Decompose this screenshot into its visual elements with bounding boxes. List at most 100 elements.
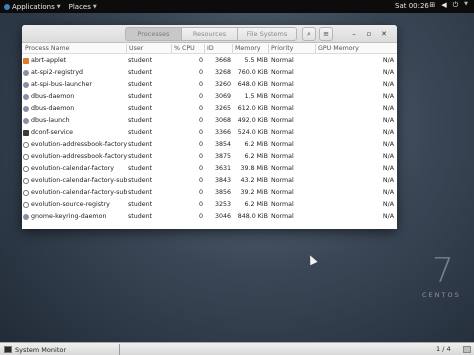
process-user: student [128,129,153,136]
process-memory: 43.2 MiB [240,177,268,184]
taskbar: System Monitor 1 / 4 [0,342,474,355]
close-button[interactable]: ✕ [378,28,390,40]
table-row[interactable]: gnome-keyring-daemon student 0 3046 848.0 Ki… [22,211,397,223]
chevron-down-icon: ▼ [92,3,97,10]
applications-menu[interactable]: Applications ▼ [0,3,61,11]
process-memory: 1.5 MiB [244,93,268,100]
process-icon [23,106,29,112]
process-icon [23,154,29,160]
workspace-indicator[interactable]: 1 / 4 [436,345,451,353]
process-memory: 848.0 KiB [237,213,268,220]
process-user: student [128,141,153,148]
column-user[interactable]: User [129,45,143,52]
tab-processes[interactable]: Processes [126,28,182,40]
process-user: student [128,153,153,160]
process-name: evolution-source-registry [31,201,110,208]
table-row[interactable]: at-spi-bus-launcher student 0 3260 648.0 KiB… [22,79,397,91]
table-row[interactable]: at-spi2-registryd student 0 3268 760.0 KiB No… [22,67,397,79]
process-name: evolution-addressbook-factory- [31,153,127,160]
applications-label: Applications [12,2,55,11]
network-icon: ⊞ [429,1,436,9]
process-name: dbus-daemon [31,105,75,112]
menu-button[interactable]: ≡ [319,27,333,41]
view-switcher: Processes Resources File Systems [125,27,297,41]
table-row[interactable]: dconf-service student 0 3366 524.0 KiB Normal… [22,127,397,139]
process-id: 3668 [214,57,231,64]
top-bar: Applications ▼ Places ▼ Sat 00:26 ⊞ ◀ ⏻ … [0,0,474,13]
process-user: student [128,189,153,196]
process-icon [23,118,29,124]
maximize-button[interactable]: ▫ [363,28,375,40]
process-memory: 39.8 MiB [240,165,268,172]
table-row[interactable]: evolution-addressbook-factory-student 0 38… [22,151,397,163]
process-name: at-spi2-registryd [31,69,84,76]
process-memory: 760.0 KiB [237,69,268,76]
process-icon [23,58,29,64]
process-gpu-memory: N/A [382,129,394,136]
workspace-switcher-icon[interactable] [463,346,471,353]
process-priority: Normal [271,57,294,64]
table-row[interactable]: evolution-source-registry student 0 3253 6.2… [22,199,397,211]
volume-icon: ◀ [441,1,447,9]
process-name: abrt-applet [31,57,67,64]
process-priority: Normal [271,105,294,112]
system-tray[interactable]: ⊞ ◀ ⏻ ▼ [429,1,468,10]
process-id: 3068 [214,117,231,124]
process-gpu-memory: N/A [382,81,394,88]
minimize-button[interactable]: – [348,28,360,40]
process-cpu: 0 [198,189,203,196]
tab-file-systems[interactable]: File Systems [238,28,296,40]
power-icon: ⏻ [452,1,459,9]
process-id: 3856 [214,189,231,196]
table-row[interactable]: evolution-addressbook-factory student 0 385… [22,139,397,151]
process-gpu-memory: N/A [382,177,394,184]
process-name: evolution-addressbook-factory [31,141,127,148]
clock[interactable]: Sat 00:26 [395,2,429,10]
places-menu[interactable]: Places ▼ [69,3,97,11]
process-icon [23,82,29,88]
process-priority: Normal [271,93,294,100]
process-gpu-memory: N/A [382,117,394,124]
header-bar: Processes Resources File Systems ⌕ ≡ – ▫… [22,25,397,43]
process-name: at-spi-bus-launcher [31,81,92,88]
process-user: student [128,165,153,172]
process-cpu: 0 [198,141,203,148]
process-cpu: 0 [198,81,203,88]
process-id: 3854 [214,141,231,148]
process-id: 3366 [214,129,231,136]
taskbar-item-system-monitor[interactable]: System Monitor [2,344,120,355]
table-row[interactable]: dbus-daemon student 0 3265 612.0 KiB Normal N/… [22,103,397,115]
column-id[interactable]: ID [207,45,214,52]
column-cpu[interactable]: % CPU [174,45,195,52]
process-name: gnome-keyring-daemon [31,213,107,220]
process-memory: 6.2 MiB [244,141,268,148]
process-id: 3069 [214,93,231,100]
column-gpu-memory[interactable]: GPU Memory [318,45,359,52]
process-cpu: 0 [198,201,203,208]
table-row[interactable]: evolution-calendar-factory student 0 3631 39… [22,163,397,175]
process-priority: Normal [271,177,294,184]
table-row[interactable]: evolution-calendar-factory-subp student 0 3… [22,175,397,187]
column-process-name[interactable]: Process Name [25,45,69,52]
process-id: 3260 [214,81,231,88]
chevron-down-icon: ▼ [56,3,61,10]
process-icon [23,142,29,148]
column-priority[interactable]: Priority [271,45,293,52]
process-icon [23,214,29,220]
tab-resources[interactable]: Resources [182,28,238,40]
table-row[interactable]: evolution-calendar-factory-subp student 0 3… [22,187,397,199]
process-name: dconf-service [31,129,74,136]
search-button[interactable]: ⌕ [302,27,316,41]
process-cpu: 0 [198,117,203,124]
process-priority: Normal [271,165,294,172]
table-row[interactable]: abrt-applet student 0 3668 5.5 MiB Normal N/A [22,55,397,67]
process-priority: Normal [271,69,294,76]
process-gpu-memory: N/A [382,69,394,76]
table-row[interactable]: dbus-launch student 0 3068 492.0 KiB Normal N/… [22,115,397,127]
process-icon [23,202,29,208]
process-icon [23,70,29,76]
process-memory: 612.0 KiB [237,105,268,112]
process-name: evolution-calendar-factory [31,165,114,172]
table-row[interactable]: dbus-daemon student 0 3069 1.5 MiB Normal N/A [22,91,397,103]
column-memory[interactable]: Memory [235,45,261,52]
